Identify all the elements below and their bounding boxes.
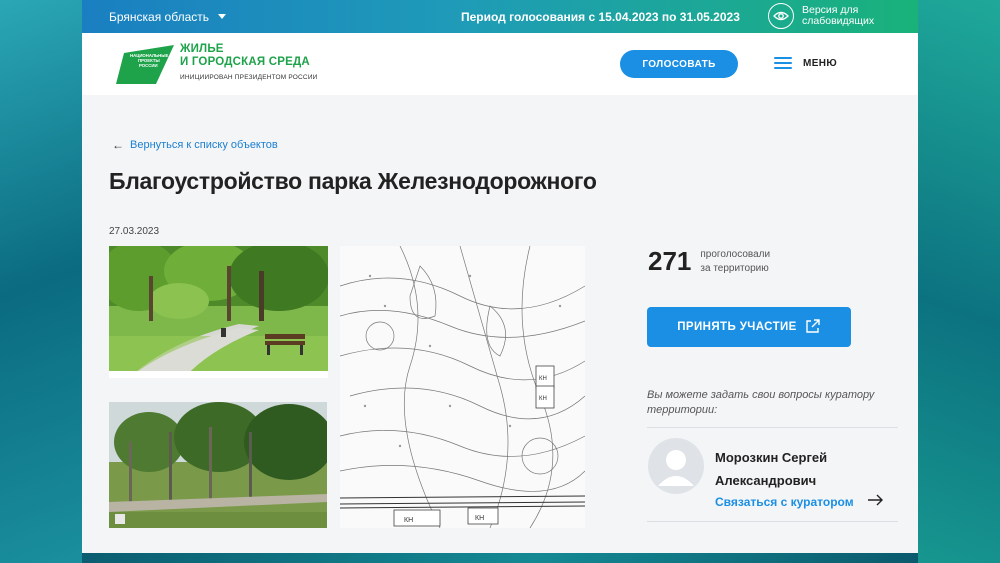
divider [647, 427, 898, 428]
contact-curator-link[interactable]: Связаться с куратором [715, 494, 884, 509]
map-label: КН [539, 376, 547, 382]
national-projects-logo-icon: НАЦИОНАЛЬНЫЕ ПРОЕКТЫ РОССИИ [116, 43, 176, 85]
arrow-right-icon [867, 494, 884, 509]
votes-label-2: за территорию [700, 262, 769, 274]
menu-label: МЕНЮ [803, 57, 838, 69]
map-label: КН [475, 515, 484, 522]
back-link[interactable]: ← Вернуться к списку объектов [112, 138, 278, 152]
site-plan-map[interactable]: КН КН КН КН [340, 246, 585, 528]
park-photo-alley[interactable] [109, 402, 327, 528]
region-label: Брянская область [109, 9, 209, 24]
votes-label-1: проголосовали [700, 248, 771, 260]
park-photo-bench[interactable] [109, 246, 328, 378]
hamburger-icon [774, 57, 792, 69]
map-label: КН [404, 517, 413, 524]
logo-title-line2: И ГОРОДСКАЯ СРЕДА [180, 56, 310, 68]
votes-count: 271 [648, 246, 692, 276]
visually-impaired-toggle[interactable]: Версия для слабовидящих [768, 3, 874, 29]
visually-impaired-label-2: слабовидящих [802, 15, 875, 27]
participate-label: ПРИНЯТЬ УЧАСТИЕ [677, 321, 797, 333]
curator-name: Морозкин Сергей Александрович [715, 450, 828, 488]
voting-period: Период голосования с 15.04.2023 по 31.05… [461, 10, 740, 24]
avatar [648, 438, 704, 494]
contact-curator-label: Связаться с куратором [715, 494, 854, 509]
page-title: Благоустройство парка Железнодорожного [109, 168, 597, 194]
map-label: КН [539, 396, 547, 402]
logo-badge-line3: РОССИИ [139, 63, 158, 68]
divider [647, 521, 898, 522]
site-header: НАЦИОНАЛЬНЫЕ ПРОЕКТЫ РОССИИ ЖИЛЬЕ И ГОРО… [82, 33, 918, 95]
menu-button[interactable]: МЕНЮ [774, 57, 837, 69]
publish-date: 27.03.2023 [109, 226, 160, 237]
site-logo[interactable]: НАЦИОНАЛЬНЫЕ ПРОЕКТЫ РОССИИ ЖИЛЬЕ И ГОРО… [116, 43, 318, 85]
eye-icon [768, 3, 794, 29]
participate-button[interactable]: ПРИНЯТЬ УЧАСТИЕ [647, 307, 851, 347]
arrow-left-icon: ← [112, 138, 124, 152]
logo-title-line1: ЖИЛЬЕ [180, 43, 224, 55]
vote-button[interactable]: ГОЛОСОВАТЬ [620, 50, 738, 78]
region-selector[interactable]: Брянская область [109, 10, 226, 24]
back-link-label: Вернуться к списку объектов [130, 139, 278, 151]
curator-question: Вы можете задать свои вопросы куратору т… [647, 389, 875, 416]
logo-subtitle: ИНИЦИИРОВАН ПРЕЗИДЕНТОМ РОССИИ [180, 74, 318, 81]
votes-stat: 271 проголосовали за территорию [648, 246, 770, 277]
website: Брянская область Период голосования с 15… [82, 0, 918, 553]
external-link-icon [805, 318, 821, 337]
chevron-down-icon [218, 14, 226, 19]
top-info-bar: Брянская область Период голосования с 15… [82, 0, 918, 33]
